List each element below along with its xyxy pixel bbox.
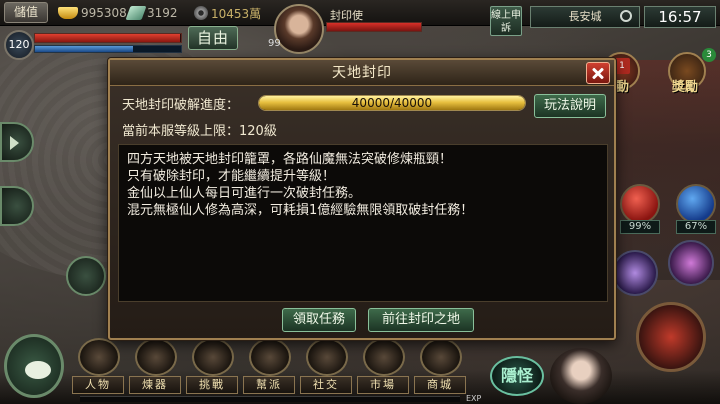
coin-icon bbox=[194, 6, 208, 20]
bottom-menu: 人物 煉器 挑戰 幫派 社交 市場 商城 bbox=[72, 336, 472, 398]
chat-button[interactable] bbox=[4, 334, 64, 398]
arrow-right-icon bbox=[10, 136, 19, 150]
progress-label: 天地封印破解進度： bbox=[122, 98, 240, 113]
reward-label: 獎勵 bbox=[672, 80, 699, 95]
jade-icon bbox=[125, 6, 147, 20]
description-line: 金仙以上仙人每日可進行一次破封任務。 bbox=[127, 186, 362, 201]
goto-seal-button[interactable]: 前往封印之地 bbox=[368, 308, 474, 332]
clock-display: 16:57 bbox=[644, 6, 716, 28]
gold-ingot-icon bbox=[58, 7, 78, 19]
skill-slot-2-icon[interactable] bbox=[668, 240, 714, 286]
mp-potion-icon[interactable] bbox=[676, 184, 716, 224]
target-hp-bar bbox=[326, 22, 422, 32]
menu-item-3[interactable]: 幫派 bbox=[243, 336, 297, 396]
description-line: 混元無極仙人修為高深，可耗損1億經驗無限領取破封任務！ bbox=[127, 203, 474, 218]
jade-amount: 3192 bbox=[147, 6, 178, 20]
menu-item-2[interactable]: 挑戰 bbox=[186, 336, 240, 396]
target-portrait[interactable] bbox=[274, 4, 324, 54]
reward-badge: 3 bbox=[702, 48, 716, 62]
attack-button[interactable] bbox=[636, 302, 706, 372]
jade-counter: 3192 bbox=[125, 4, 178, 22]
menu-item-label: 人物 bbox=[72, 376, 124, 394]
recharge-button[interactable]: 儲值 bbox=[4, 2, 48, 23]
menu-item-6[interactable]: 商城 bbox=[414, 336, 468, 396]
social-icon bbox=[306, 338, 348, 376]
close-icon[interactable] bbox=[586, 62, 610, 84]
activity-badge: 1 bbox=[614, 58, 630, 74]
menu-item-5[interactable]: 市場 bbox=[357, 336, 411, 396]
seal-dialog: 天地封印 天地封印破解進度： 40000/40000 玩法說明 當前本服等級上限… bbox=[108, 58, 616, 340]
menu-item-label: 挑戰 bbox=[186, 376, 238, 394]
dialog-title: 天地封印 bbox=[332, 65, 392, 81]
companion-portrait[interactable] bbox=[550, 348, 612, 404]
menu-item-label: 商城 bbox=[414, 376, 466, 394]
gold-counter: 995308 bbox=[58, 4, 127, 22]
side-map-icon[interactable] bbox=[66, 256, 106, 296]
market-icon bbox=[363, 338, 405, 376]
chat-bubble-icon bbox=[25, 361, 51, 379]
player-mp-bar bbox=[34, 45, 182, 53]
rules-button[interactable]: 玩法說明 bbox=[534, 94, 606, 118]
coin-counter: 10453萬 bbox=[194, 4, 261, 22]
exp-label: EXP bbox=[466, 394, 482, 403]
guild-icon bbox=[249, 338, 291, 376]
skill-slot-1-icon[interactable] bbox=[612, 250, 658, 296]
player-level-badge[interactable]: 120 bbox=[4, 30, 34, 60]
hp-percent: 99% bbox=[620, 220, 660, 234]
hp-potion-icon[interactable] bbox=[620, 184, 660, 224]
auto-mode-button[interactable]: 自由 bbox=[188, 26, 238, 50]
challenge-icon bbox=[192, 338, 234, 376]
description-line: 只有破除封印，才能繼續提升等級！ bbox=[127, 169, 336, 184]
menu-item-0[interactable]: 人物 bbox=[72, 336, 126, 396]
activity-label: 動 bbox=[616, 80, 630, 95]
menu-item-label: 社交 bbox=[300, 376, 352, 394]
menu-item-label: 市場 bbox=[357, 376, 409, 394]
progress-text: 40000/40000 bbox=[351, 96, 433, 110]
mp-percent: 67% bbox=[676, 220, 716, 234]
description-line: 四方天地被天地封印籠罩，各路仙魔無法突破修煉瓶頸！ bbox=[127, 152, 453, 167]
target-name: 封印使 bbox=[330, 9, 363, 22]
server-level-cap: 當前本服等級上限：120級 bbox=[122, 124, 277, 139]
menu-item-label: 煉器 bbox=[129, 376, 181, 394]
exp-bar bbox=[80, 396, 460, 402]
description-box: 四方天地被天地封印籠罩，各路仙魔無法突破修煉瓶頸！ 只有破除封印，才能繼續提升等… bbox=[118, 144, 608, 302]
seal-progress-bar: 40000/40000 bbox=[258, 95, 526, 111]
coin-amount: 10453萬 bbox=[211, 6, 262, 21]
gold-amount: 995308 bbox=[81, 6, 127, 20]
hide-monsters-button[interactable]: 隱怪 bbox=[490, 356, 544, 396]
accept-task-button[interactable]: 領取任務 bbox=[282, 308, 356, 332]
character-icon bbox=[78, 338, 120, 376]
forge-icon bbox=[135, 338, 177, 376]
target-level: 99 bbox=[268, 38, 281, 49]
online-report-button[interactable]: 線上申訴 bbox=[490, 6, 522, 36]
search-icon[interactable] bbox=[620, 10, 632, 22]
menu-item-label: 幫派 bbox=[243, 376, 295, 394]
shop-icon bbox=[420, 338, 462, 376]
player-hp-bar bbox=[34, 33, 182, 43]
menu-item-1[interactable]: 煉器 bbox=[129, 336, 183, 396]
menu-item-4[interactable]: 社交 bbox=[300, 336, 354, 396]
